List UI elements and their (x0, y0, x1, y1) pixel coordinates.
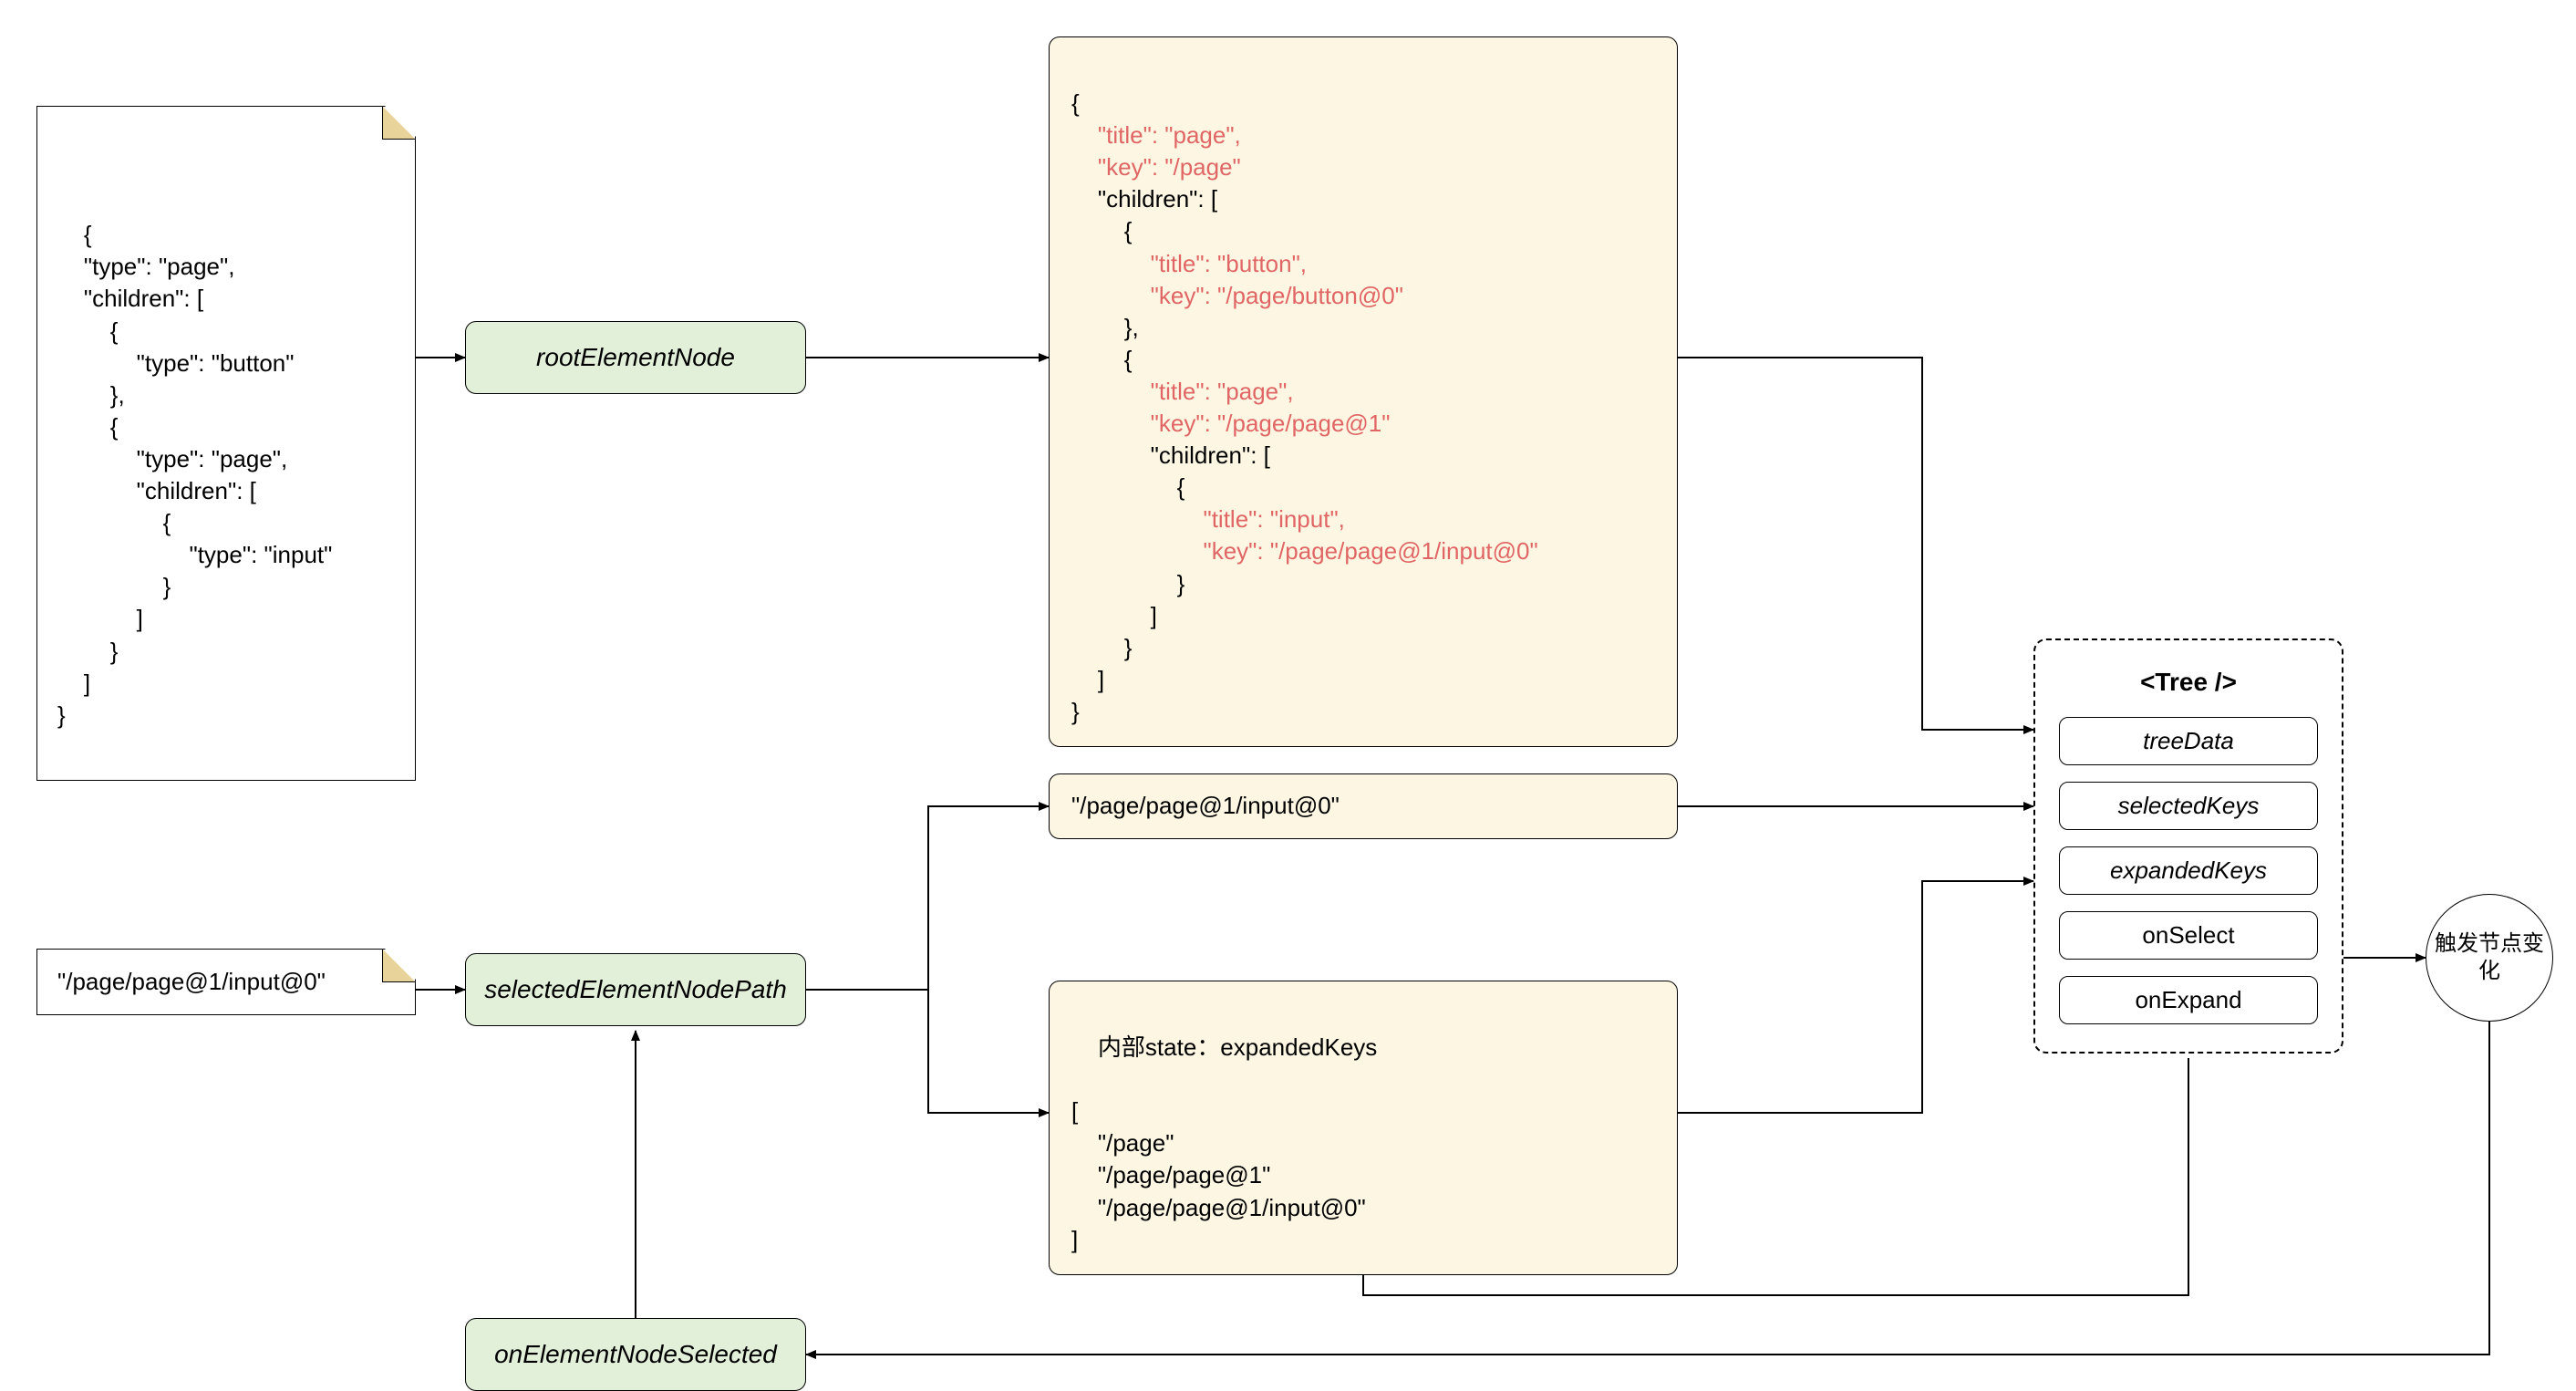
tree-component-title: <Tree /> (2140, 668, 2237, 697)
process-selected-element-node-path-label: selectedElementNodePath (484, 975, 787, 1004)
circle-trigger-node-change-label: 触发节点变化 (2426, 930, 2552, 985)
note-selected-path-text: "/page/page@1/input@0" (57, 966, 326, 998)
databox-tree-data-json: { "title": "page", "key": "/page" "child… (1049, 36, 1678, 747)
databox-expanded-keys: 内部state：expandedKeys [ "/page" "/page/pa… (1049, 981, 1678, 1275)
note-input-json-text: { "type": "page", "children": [ { "type"… (57, 221, 332, 728)
circle-trigger-node-change: 触发节点变化 (2426, 894, 2553, 1022)
tree-prop-tree-data: treeData (2059, 717, 2318, 765)
tree-component-container: <Tree /> treeData selectedKeys expandedK… (2033, 638, 2343, 1054)
databox-selected-key-text: "/page/page@1/input@0" (1071, 790, 1340, 822)
tree-prop-expanded-keys: expandedKeys (2059, 846, 2318, 895)
tree-prop-selected-keys: selectedKeys (2059, 782, 2318, 830)
databox-expanded-keys-body: [ "/page" "/page/page@1" "/page/page@1/i… (1071, 1097, 1366, 1252)
process-on-element-node-selected: onElementNodeSelected (465, 1318, 806, 1391)
diagram-canvas: { "type": "page", "children": [ { "type"… (0, 0, 2576, 1382)
tree-prop-on-select: onSelect (2059, 911, 2318, 960)
process-on-element-node-selected-label: onElementNodeSelected (494, 1340, 777, 1369)
databox-selected-key: "/page/page@1/input@0" (1049, 773, 1678, 839)
databox-expanded-keys-label: 内部state：expandedKeys (1098, 1033, 1377, 1061)
process-root-element-node-label: rootElementNode (536, 343, 735, 372)
tree-prop-on-expand: onExpand (2059, 976, 2318, 1024)
process-selected-element-node-path: selectedElementNodePath (465, 953, 806, 1026)
note-input-json: { "type": "page", "children": [ { "type"… (36, 106, 416, 781)
process-root-element-node: rootElementNode (465, 321, 806, 394)
note-selected-path: "/page/page@1/input@0" (36, 949, 416, 1015)
